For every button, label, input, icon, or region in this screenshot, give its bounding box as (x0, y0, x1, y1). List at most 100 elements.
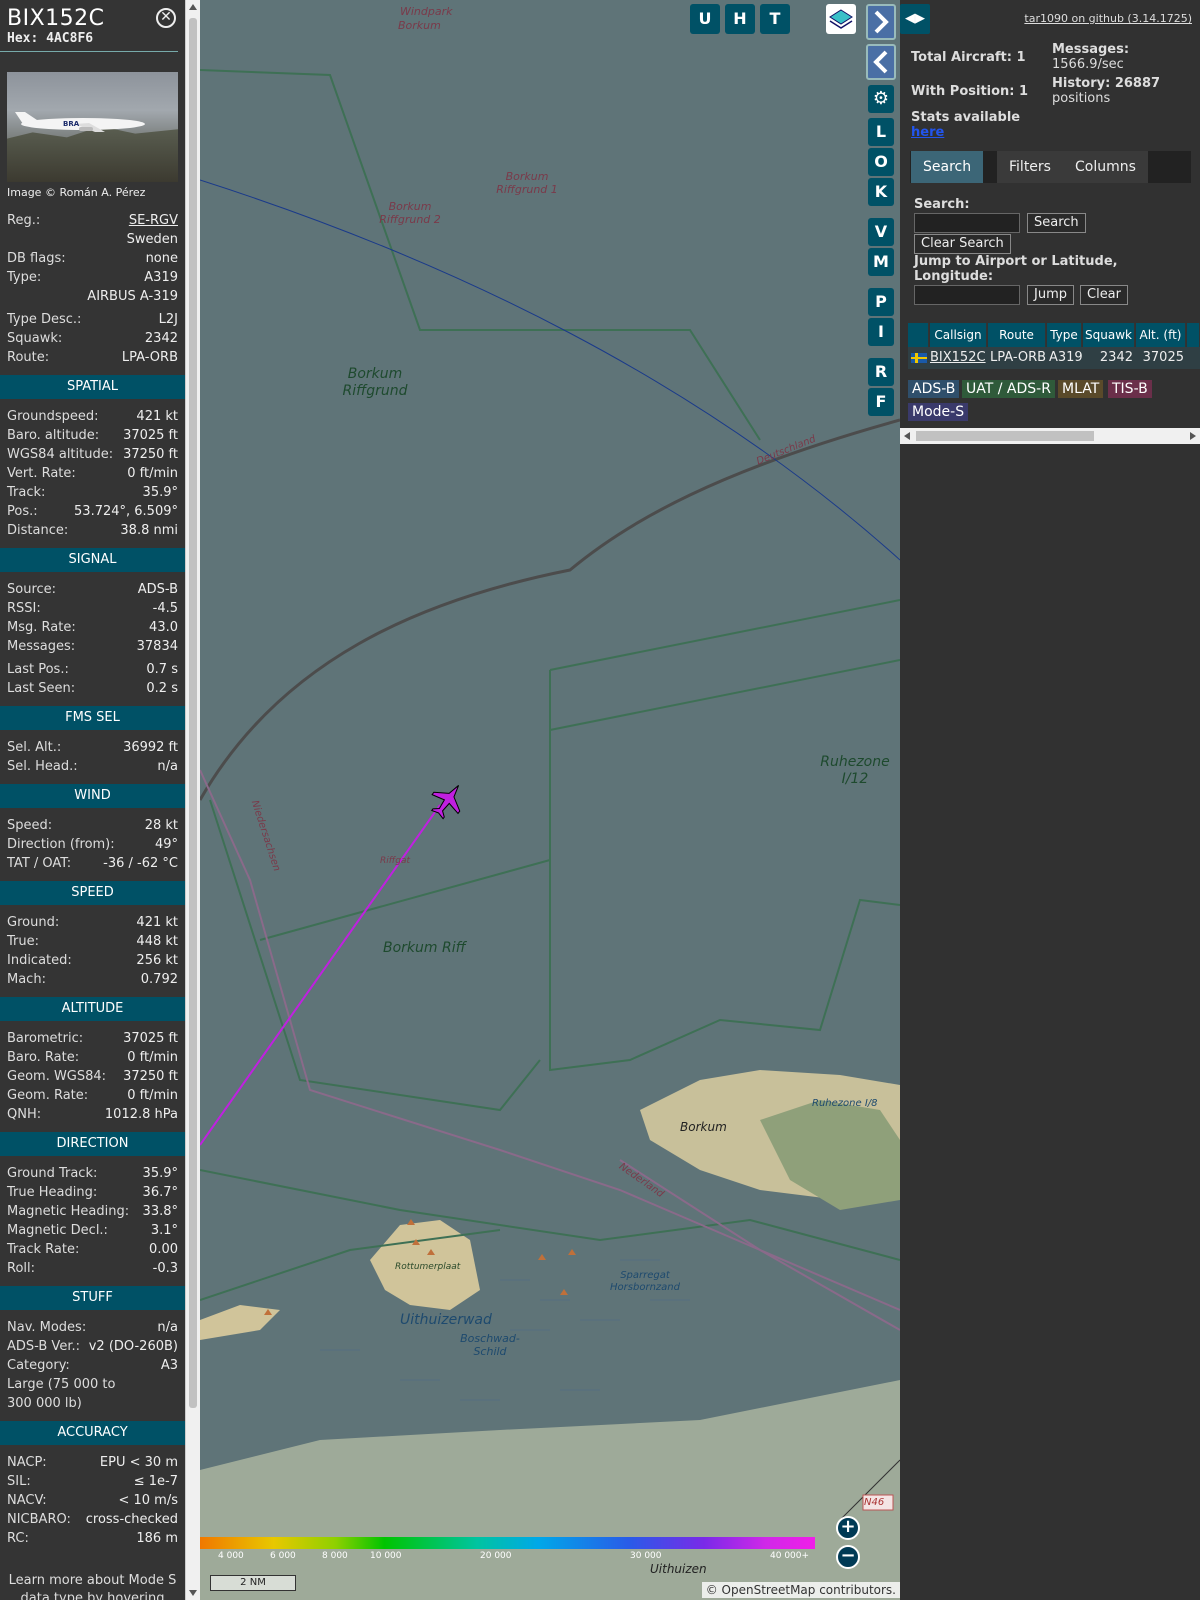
signal-label: Msg. Rate: (7, 620, 76, 635)
table-header-more[interactable] (1187, 323, 1200, 347)
map-button-v[interactable]: V (868, 218, 894, 246)
signal-row: RSSI: -4.5 (0, 599, 185, 618)
basic-value: LPA-ORB (121, 350, 178, 365)
accuracy-value: < 10 m/s (118, 1493, 178, 1508)
clear-jump-button[interactable]: Clear (1080, 285, 1128, 305)
direction-info: Ground Track: 35.9° True Heading: 36.7° Magn… (0, 1164, 185, 1278)
section-direction: DIRECTION (0, 1132, 185, 1156)
map-view[interactable]: Windpark Borkum Borkum Riffgrund 1 Borkum R… (200, 0, 900, 1600)
accuracy-info: NACP: EPU < 30 m SIL: ≤ 1e-7 NACV: < 10 m/s NI… (0, 1453, 185, 1548)
scroll-thumb[interactable] (189, 18, 197, 1408)
altitude-label: Barometric: (7, 1031, 84, 1046)
map-button-p[interactable]: P (868, 288, 894, 316)
aircraft-photo[interactable]: BRA (7, 72, 178, 182)
table-horizontal-scrollbar[interactable] (900, 428, 1200, 444)
altitude-value: 37250 ft (123, 1069, 178, 1084)
jump-label: Jump to Airport or Latitude, Longitude: (914, 254, 1118, 284)
signal-row: Source: ADS-B (0, 580, 185, 599)
accuracy-label: SIL: (7, 1474, 31, 1489)
map-button-m[interactable]: M (868, 248, 894, 276)
scroll-left-icon[interactable] (904, 432, 910, 440)
basic-value: none (145, 251, 178, 266)
clear-search-button[interactable]: Clear Search (914, 234, 1011, 254)
spatial-label: Baro. altitude: (7, 428, 100, 443)
collapse-left-icon[interactable] (866, 44, 896, 80)
signal-row: Last Pos.: 0.7 s (0, 660, 185, 679)
hscroll-thumb[interactable] (916, 431, 1094, 441)
table-header-squawk[interactable]: Squawk (1083, 323, 1135, 347)
row-route: LPA-ORB (990, 347, 1048, 369)
spatial-label: Groundspeed: (7, 409, 99, 424)
info-header: BIX152C Hex: 4AC8F6 ✕ (0, 0, 178, 52)
scroll-down-icon[interactable] (189, 1590, 197, 1596)
stats-link[interactable]: here (911, 125, 944, 140)
settings-gear-icon[interactable]: ⚙ (868, 85, 894, 113)
layers-icon[interactable] (826, 4, 856, 34)
info-panel-scrollbar[interactable] (185, 0, 200, 1600)
altitude-info: Barometric: 37025 ft Baro. Rate: 0 ft/min Ge… (0, 1029, 185, 1124)
altitude-row: QNH: 1012.8 hPa (0, 1105, 185, 1124)
toggle-sidebar-icon[interactable]: ◀▶ (900, 4, 930, 34)
version-link[interactable]: tar1090 on github (3.14.1725) (1024, 12, 1192, 25)
legend-tis-b: TIS-B (1108, 380, 1152, 398)
expand-right-icon[interactable] (866, 4, 896, 40)
direction-value: -0.3 (152, 1261, 178, 1276)
close-icon[interactable]: ✕ (156, 8, 176, 28)
scroll-up-icon[interactable] (189, 4, 197, 10)
spatial-label: Track: (7, 485, 46, 500)
table-header-callsign[interactable]: Callsign (930, 323, 987, 347)
direction-row: Track Rate: 0.00 (0, 1240, 185, 1259)
altitude-value: 0 ft/min (127, 1088, 178, 1103)
signal-label: Source: (7, 582, 57, 597)
table-header-flag[interactable] (908, 323, 929, 347)
altitude-label: 30 000 (630, 1551, 662, 1561)
wind-info: Speed: 28 kt Direction (from): 49° TAT / OAT… (0, 816, 185, 873)
legend-ads-b: ADS-B (908, 380, 960, 398)
table-header-route[interactable]: Route (988, 323, 1046, 347)
map-button-u[interactable]: U (690, 4, 720, 34)
category-desc: Large (75 000 to 300 000 lb) (7, 1377, 116, 1411)
map-canvas[interactable] (200, 0, 900, 1600)
altitude-value: 37025 ft (123, 1031, 178, 1046)
basic-row: Route: LPA-ORB (0, 348, 185, 367)
zoom-out-icon[interactable]: − (836, 1545, 860, 1569)
tab-columns[interactable]: Columns (1063, 151, 1148, 183)
fms-value: 36992 ft (123, 740, 178, 755)
tab-search[interactable]: Search (911, 151, 984, 183)
basic-value[interactable]: SE-RGV (129, 211, 178, 230)
map-button-f[interactable]: F (868, 388, 894, 416)
svg-text:BRA: BRA (63, 120, 80, 128)
accuracy-value: ≤ 1e-7 (133, 1474, 178, 1489)
map-button-o[interactable]: O (868, 148, 894, 176)
scroll-right-icon[interactable] (1190, 432, 1196, 440)
altitude-label: 4 000 (218, 1551, 244, 1561)
search-input[interactable] (914, 213, 1020, 233)
jump-button[interactable]: Jump (1027, 285, 1074, 305)
accuracy-label: NACV: (7, 1493, 47, 1508)
basic-label: Squawk: (7, 331, 63, 346)
map-button-h[interactable]: H (725, 4, 755, 34)
aircraft-info-panel: BIX152C Hex: 4AC8F6 ✕ BRA Image © Román … (0, 0, 185, 1600)
map-button-k[interactable]: K (868, 178, 894, 206)
stuff-row: Nav. Modes: n/a (0, 1318, 185, 1337)
altitude-value: 1012.8 hPa (104, 1107, 178, 1122)
map-button-r[interactable]: R (868, 358, 894, 386)
row-callsign[interactable]: BIX152C (930, 347, 987, 369)
search-button[interactable]: Search (1027, 213, 1086, 233)
image-credit: Image © Román A. Pérez (7, 186, 146, 199)
zoom-in-icon[interactable]: + (836, 1516, 860, 1540)
map-button-l[interactable]: L (868, 118, 894, 146)
table-header-alt[interactable]: Alt. (ft) (1136, 323, 1186, 347)
basic-label: Route: (7, 350, 50, 365)
accuracy-row: SIL: ≤ 1e-7 (0, 1472, 185, 1491)
map-button-i[interactable]: I (868, 318, 894, 346)
map-attribution[interactable]: © OpenStreetMap contributors. (701, 1582, 900, 1598)
speed-value: 421 kt (136, 915, 178, 930)
jump-input[interactable] (914, 285, 1020, 305)
fms-value: n/a (157, 759, 178, 774)
tab-filters[interactable]: Filters (997, 151, 1063, 183)
direction-label: Magnetic Decl.: (7, 1223, 108, 1238)
map-button-t[interactable]: T (760, 4, 790, 34)
section-altitude: ALTITUDE (0, 997, 185, 1021)
table-header-type[interactable]: Type (1047, 323, 1082, 347)
